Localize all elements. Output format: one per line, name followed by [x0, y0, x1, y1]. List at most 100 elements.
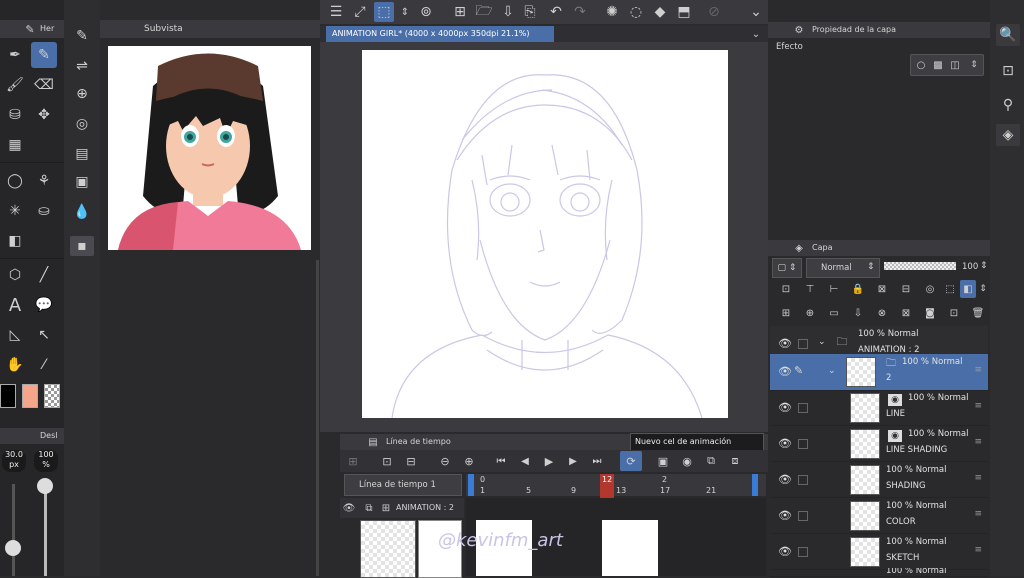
new-file-icon[interactable]: ⊞ [450, 2, 470, 22]
layer-check[interactable] [798, 511, 808, 521]
canvas-tab[interactable]: ANIMATION GIRL* (4000 x 4000px 350dpi 21… [326, 26, 554, 42]
move-icon[interactable]: ✥ [31, 102, 57, 128]
layer-row[interactable]: 👁 ◉ 100 % Normal LINE ≡ [770, 390, 988, 426]
layer-menu-icon[interactable]: ≡ [974, 437, 982, 447]
track-expand-icon[interactable]: ⊞ [380, 500, 392, 516]
slider-icon[interactable]: ⇌ [72, 56, 92, 76]
eye-icon[interactable]: 👁 [778, 545, 792, 558]
chevron-icon[interactable]: ⇕ [398, 2, 412, 22]
new-raster-icon[interactable]: ⊞ [778, 304, 794, 322]
clear-icon[interactable]: ◌ [626, 2, 646, 22]
operation-icon[interactable]: ↖ [31, 322, 57, 348]
canvas-selected-icon[interactable]: ⬚ [374, 2, 394, 22]
new-folder-icon[interactable]: ▭ [826, 304, 842, 322]
layer-color-toggle-icon[interactable]: ⬚ [942, 280, 958, 298]
transform-icon[interactable]: ⬒ [674, 2, 694, 22]
trash-icon[interactable]: 🗑 [970, 304, 986, 322]
clip-icon[interactable]: ⊡ [778, 280, 794, 298]
subview-tab[interactable]: Subvista [144, 24, 183, 34]
zoom-in-icon[interactable]: ⊕ [460, 452, 478, 470]
apply-mask-icon[interactable]: ◙ [922, 304, 938, 322]
expand-chevron-icon[interactable]: ⌄ [828, 366, 836, 376]
bucket-icon[interactable]: ⛀ [31, 198, 57, 224]
brush-opacity-slider[interactable] [44, 484, 47, 576]
ruler-icon[interactable]: ◺ [2, 322, 28, 348]
stabilizer-icon[interactable]: ◎ [72, 114, 92, 134]
tone-effect-icon[interactable]: ▩ [931, 57, 945, 73]
search-icon[interactable]: 🔍 [996, 24, 1020, 46]
menu-icon[interactable]: ☰ [326, 2, 346, 22]
loading-icon[interactable]: ✺ [602, 2, 622, 22]
ref-layer-icon[interactable]: ⊤ [802, 280, 818, 298]
delete-mask-icon[interactable]: ⊡ [946, 304, 962, 322]
hand-icon[interactable]: ✋ [2, 352, 28, 378]
layer-check[interactable] [798, 339, 808, 349]
mask-enable-icon[interactable]: ⊟ [898, 280, 914, 298]
expand-chevron-icon[interactable]: ⌄ [818, 337, 826, 347]
line-icon[interactable]: ╱ [31, 262, 57, 288]
drawing-canvas[interactable] [362, 50, 728, 418]
transfer-down-icon[interactable]: ⇩ [850, 304, 866, 322]
onion-skin-icon[interactable]: ⧉ [702, 452, 720, 470]
eye-icon[interactable]: 👁 [778, 437, 792, 450]
blend-color-toggle[interactable]: ▢ ⇕ [772, 258, 802, 278]
new-vector-icon[interactable]: ⊕ [802, 304, 818, 322]
eraser-icon[interactable]: ⌫ [31, 72, 57, 98]
eye-icon[interactable]: 👁 [778, 401, 792, 414]
layer-search-icon[interactable]: ⚲ [996, 94, 1020, 116]
frame-cel-2[interactable] [602, 520, 658, 576]
disabled-icon[interactable]: ⊘ [704, 2, 724, 22]
layer-color-icon[interactable]: ◫ [948, 57, 962, 73]
layer-menu-icon[interactable]: ≡ [974, 545, 982, 555]
layer-check[interactable] [798, 475, 808, 485]
cel-spec-icon[interactable]: ⧈ [726, 452, 744, 470]
fill-icon[interactable]: ⛁ [2, 102, 28, 128]
texture-icon[interactable]: ▤ [72, 144, 92, 164]
eye-icon[interactable]: 👁 [778, 473, 792, 486]
layer-check[interactable] [798, 439, 808, 449]
text-icon[interactable]: A [2, 292, 28, 318]
brush-shape-icon[interactable]: ⊕ [72, 84, 92, 104]
material-icon[interactable]: ⊡ [996, 60, 1020, 82]
last-frame-icon[interactable]: ⏭ [588, 452, 606, 470]
zoom-out-icon[interactable]: ⊖ [436, 452, 454, 470]
lock-icon[interactable]: 🔒 [850, 280, 866, 298]
canvas-tab-chevron-icon[interactable]: ⌄ [748, 26, 764, 42]
redo-icon[interactable]: ↷ [570, 2, 590, 22]
water-icon[interactable]: 💧 [72, 202, 92, 222]
layer-opacity-value[interactable]: 100 [962, 262, 978, 272]
layer-icon[interactable]: ▣ [72, 172, 92, 192]
open-folder-icon[interactable]: 🗁 [474, 2, 494, 22]
subview-scrollbar[interactable] [316, 260, 319, 576]
layer-menu-icon[interactable]: ≡ [974, 473, 982, 483]
lasso-icon[interactable]: ◯ [2, 168, 28, 194]
next-frame-icon[interactable]: ▶ [564, 452, 582, 470]
layer-check[interactable] [798, 547, 808, 557]
track-cel-thumbnail[interactable] [360, 520, 416, 578]
eye-icon[interactable]: 👁 [778, 365, 792, 378]
layer-menu-icon[interactable]: ≡ [974, 401, 982, 411]
end-marker[interactable] [752, 474, 758, 496]
first-frame-icon[interactable]: ⏮ [492, 452, 510, 470]
fill-selection-icon[interactable]: ◆ [650, 2, 670, 22]
magic-wand-icon[interactable]: ⚘ [31, 168, 57, 194]
layer-property-title[interactable]: Propiedad de la capa [812, 25, 896, 34]
sub-color-swatch[interactable] [22, 384, 38, 408]
layer-color-active-icon[interactable]: ◧ [960, 280, 976, 298]
collapse-chevron-icon[interactable]: ⌄ [746, 2, 766, 22]
timeline-tab[interactable]: Línea de tiempo [386, 437, 451, 446]
brush-opacity-knob[interactable] [37, 478, 53, 494]
border-effect-icon[interactable]: ○ [914, 57, 928, 73]
new-cel-icon[interactable]: ▣ [654, 452, 672, 470]
prev-frame-icon[interactable]: ◀ [516, 452, 534, 470]
new-cel-active-icon[interactable]: ◉ [678, 452, 696, 470]
start-marker[interactable] [468, 474, 474, 496]
layer-color-chevron-icon[interactable]: ⇕ [978, 280, 988, 298]
track-eye-icon[interactable]: 👁 [342, 500, 356, 516]
balloon-icon[interactable]: 💬 [31, 292, 57, 318]
timeline-selector[interactable]: Línea de tiempo 1 [344, 474, 462, 496]
main-color-swatch[interactable] [0, 384, 16, 408]
layers-icon[interactable]: ◈ [996, 124, 1020, 146]
combine-icon[interactable]: ⊗ [874, 304, 890, 322]
gradient-icon[interactable]: ◧ [2, 228, 28, 254]
